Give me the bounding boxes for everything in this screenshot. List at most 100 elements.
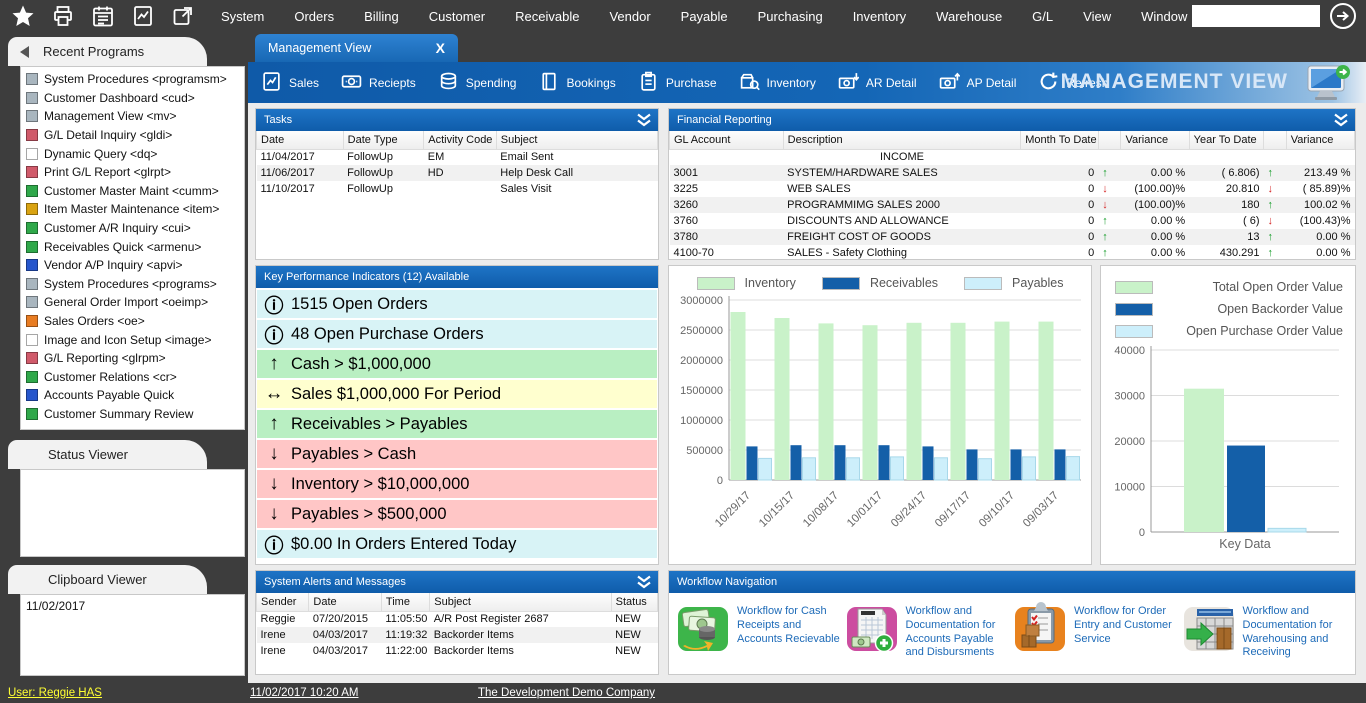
column-header[interactable]: Status: [611, 593, 657, 611]
recent-programs-tab[interactable]: Recent Programs: [8, 37, 207, 66]
search-go-button[interactable]: [1330, 3, 1356, 29]
report-icon[interactable]: [130, 3, 156, 29]
menu-g-l[interactable]: G/L: [1021, 3, 1064, 30]
kpi-row[interactable]: ↔Sales $1,000,000 For Period: [257, 380, 657, 408]
menu-inventory[interactable]: Inventory: [842, 3, 917, 30]
menu-orders[interactable]: Orders: [283, 3, 345, 30]
sidebar-program-item[interactable]: Management View <mv>: [23, 107, 244, 126]
kpi-row[interactable]: ⓘ$0.00 In Orders Entered Today: [257, 530, 657, 558]
statusbar-company-link[interactable]: The Development Demo Company: [478, 687, 655, 699]
column-header[interactable]: Date: [257, 131, 344, 149]
column-header[interactable]: Sender: [257, 593, 309, 611]
favorites-star-icon[interactable]: [10, 3, 36, 29]
menu-warehouse[interactable]: Warehouse: [925, 3, 1013, 30]
column-header[interactable]: Subject: [430, 593, 611, 611]
kpi-row[interactable]: ⓘ48 Open Purchase Orders: [257, 320, 657, 348]
sidebar-program-item[interactable]: Vendor A/P Inquiry <apvi>: [23, 256, 244, 275]
kpi-row[interactable]: ↓Payables > Cash: [257, 440, 657, 468]
kpi-row[interactable]: ↑Receivables > Payables: [257, 410, 657, 438]
statusbar-datetime-link[interactable]: 11/02/2017 10:20 AM: [250, 687, 359, 699]
menu-customer[interactable]: Customer: [418, 3, 496, 30]
status-viewer-tab[interactable]: Status Viewer: [8, 440, 207, 469]
sidebar-program-item[interactable]: G/L Reporting <glrpm>: [23, 349, 244, 368]
kpi-row[interactable]: ↓Inventory > $10,000,000: [257, 470, 657, 498]
column-header[interactable]: [1098, 131, 1121, 149]
table-row[interactable]: 4100-70SALES - Safety Clothing0↑0.00 %43…: [670, 245, 1355, 261]
column-header[interactable]: Activity Code: [424, 131, 497, 149]
kpi-row[interactable]: ↓Payables > $500,000: [257, 500, 657, 528]
sidebar-program-item[interactable]: Receivables Quick <armenu>: [23, 237, 244, 256]
column-header[interactable]: Variance: [1121, 131, 1189, 149]
sidebar-program-item[interactable]: Image and Icon Setup <image>: [23, 330, 244, 349]
table-row[interactable]: 3260PROGRAMMIMG SALES 20000↓(100.00)%180…: [670, 197, 1355, 213]
menu-system[interactable]: System: [210, 3, 275, 30]
toolbar-button-reciepts[interactable]: Reciepts: [332, 65, 425, 101]
table-row[interactable]: Irene04/03/201711:22:00Backorder ItemsNE…: [257, 643, 658, 659]
table-row[interactable]: 11/06/2017FollowUpHDHelp Desk Call: [257, 165, 658, 181]
column-header[interactable]: GL Account: [670, 131, 784, 149]
column-header[interactable]: [1264, 131, 1287, 149]
column-header[interactable]: Variance: [1286, 131, 1354, 149]
column-header[interactable]: Month To Date: [1021, 131, 1098, 149]
calendar-icon[interactable]: [90, 3, 116, 29]
sidebar-program-item[interactable]: Item Master Maintenance <item>: [23, 200, 244, 219]
sidebar-program-item[interactable]: Customer Master Maint <cumm>: [23, 182, 244, 201]
sidebar-program-item[interactable]: General Order Import <oeimp>: [23, 293, 244, 312]
toolbar-button-spending[interactable]: Spending: [429, 65, 526, 101]
toolbar-button-ap-detail[interactable]: AP Detail: [930, 65, 1026, 101]
global-search-input[interactable]: [1192, 5, 1320, 27]
tab-close-icon[interactable]: X: [433, 40, 448, 56]
export-icon[interactable]: [170, 3, 196, 29]
sidebar-program-item[interactable]: Customer Summary Review: [23, 405, 244, 424]
sidebar-program-item[interactable]: G/L Detail Inquiry <gldi>: [23, 126, 244, 145]
sidebar-program-item[interactable]: Dynamic Query <dq>: [23, 144, 244, 163]
sidebar-program-item[interactable]: System Procedures <programs>: [23, 275, 244, 294]
statusbar-user-link[interactable]: User: Reggie HAS: [8, 687, 102, 699]
toolbar-button-purchase[interactable]: Purchase: [629, 65, 726, 101]
kpi-row[interactable]: ↑Cash > $1,000,000: [257, 350, 657, 378]
table-row[interactable]: INCOME: [670, 149, 1355, 165]
financial-collapse-icon[interactable]: [1333, 113, 1349, 127]
sidebar-program-item[interactable]: Accounts Payable Quick: [23, 386, 244, 405]
clipboard-viewer-tab[interactable]: Clipboard Viewer: [8, 565, 207, 594]
column-header[interactable]: Year To Date: [1189, 131, 1263, 149]
menu-payable[interactable]: Payable: [670, 3, 739, 30]
screen-settings-icon[interactable]: [1302, 64, 1352, 107]
sidebar-program-item[interactable]: Customer Dashboard <cud>: [23, 89, 244, 108]
workflow-item[interactable]: Workflow for Cash Receipts and Accounts …: [677, 601, 846, 660]
table-row[interactable]: 3225WEB SALES0↓(100.00)%20.810↓( 85.89)%: [670, 181, 1355, 197]
column-header[interactable]: Description: [783, 131, 1021, 149]
table-row[interactable]: Reggie07/20/201511:05:50A/R Post Registe…: [257, 611, 658, 627]
column-header[interactable]: Date: [309, 593, 382, 611]
table-row[interactable]: 11/10/2017FollowUpSales Visit: [257, 181, 658, 197]
sidebar-program-item[interactable]: System Procedures <programsm>: [23, 70, 244, 89]
tab-management-view[interactable]: Management View X: [255, 34, 458, 62]
menu-view[interactable]: View: [1072, 3, 1122, 30]
sidebar-program-item[interactable]: Sales Orders <oe>: [23, 312, 244, 331]
column-header[interactable]: Date Type: [343, 131, 424, 149]
table-row[interactable]: 3780FREIGHT COST OF GOODS0↑0.00 %13↑0.00…: [670, 229, 1355, 245]
toolbar-button-bookings[interactable]: Bookings: [529, 65, 624, 101]
toolbar-button-inventory[interactable]: Inventory: [730, 65, 825, 101]
column-header[interactable]: Subject: [496, 131, 657, 149]
sidebar-program-item[interactable]: Customer Relations <cr>: [23, 368, 244, 387]
workflow-item[interactable]: Workflow and Documentation for Warehousi…: [1183, 601, 1352, 660]
alerts-collapse-icon[interactable]: [636, 575, 652, 589]
workflow-item[interactable]: Workflow for Order Entry and Customer Se…: [1014, 601, 1183, 660]
menu-purchasing[interactable]: Purchasing: [747, 3, 834, 30]
workflow-item[interactable]: Workflow and Documentation for Accounts …: [846, 601, 1015, 660]
sidebar-program-item[interactable]: Print G/L Report <glrpt>: [23, 163, 244, 182]
menu-billing[interactable]: Billing: [353, 3, 410, 30]
table-row[interactable]: Irene04/03/201711:19:32Backorder ItemsNE…: [257, 627, 658, 643]
table-row[interactable]: 3760DISCOUNTS AND ALLOWANCE0↑0.00 %( 6)↓…: [670, 213, 1355, 229]
print-icon[interactable]: [50, 3, 76, 29]
menu-window[interactable]: Window: [1130, 3, 1198, 30]
menu-vendor[interactable]: Vendor: [598, 3, 661, 30]
menu-receivable[interactable]: Receivable: [504, 3, 590, 30]
sidebar-program-item[interactable]: Customer A/R Inquiry <cui>: [23, 219, 244, 238]
table-row[interactable]: 11/04/2017FollowUpEMEmail Sent: [257, 149, 658, 165]
toolbar-button-sales[interactable]: Sales: [252, 65, 328, 101]
tasks-collapse-icon[interactable]: [636, 113, 652, 127]
column-header[interactable]: Time: [381, 593, 429, 611]
toolbar-button-ar-detail[interactable]: AR Detail: [829, 65, 926, 101]
